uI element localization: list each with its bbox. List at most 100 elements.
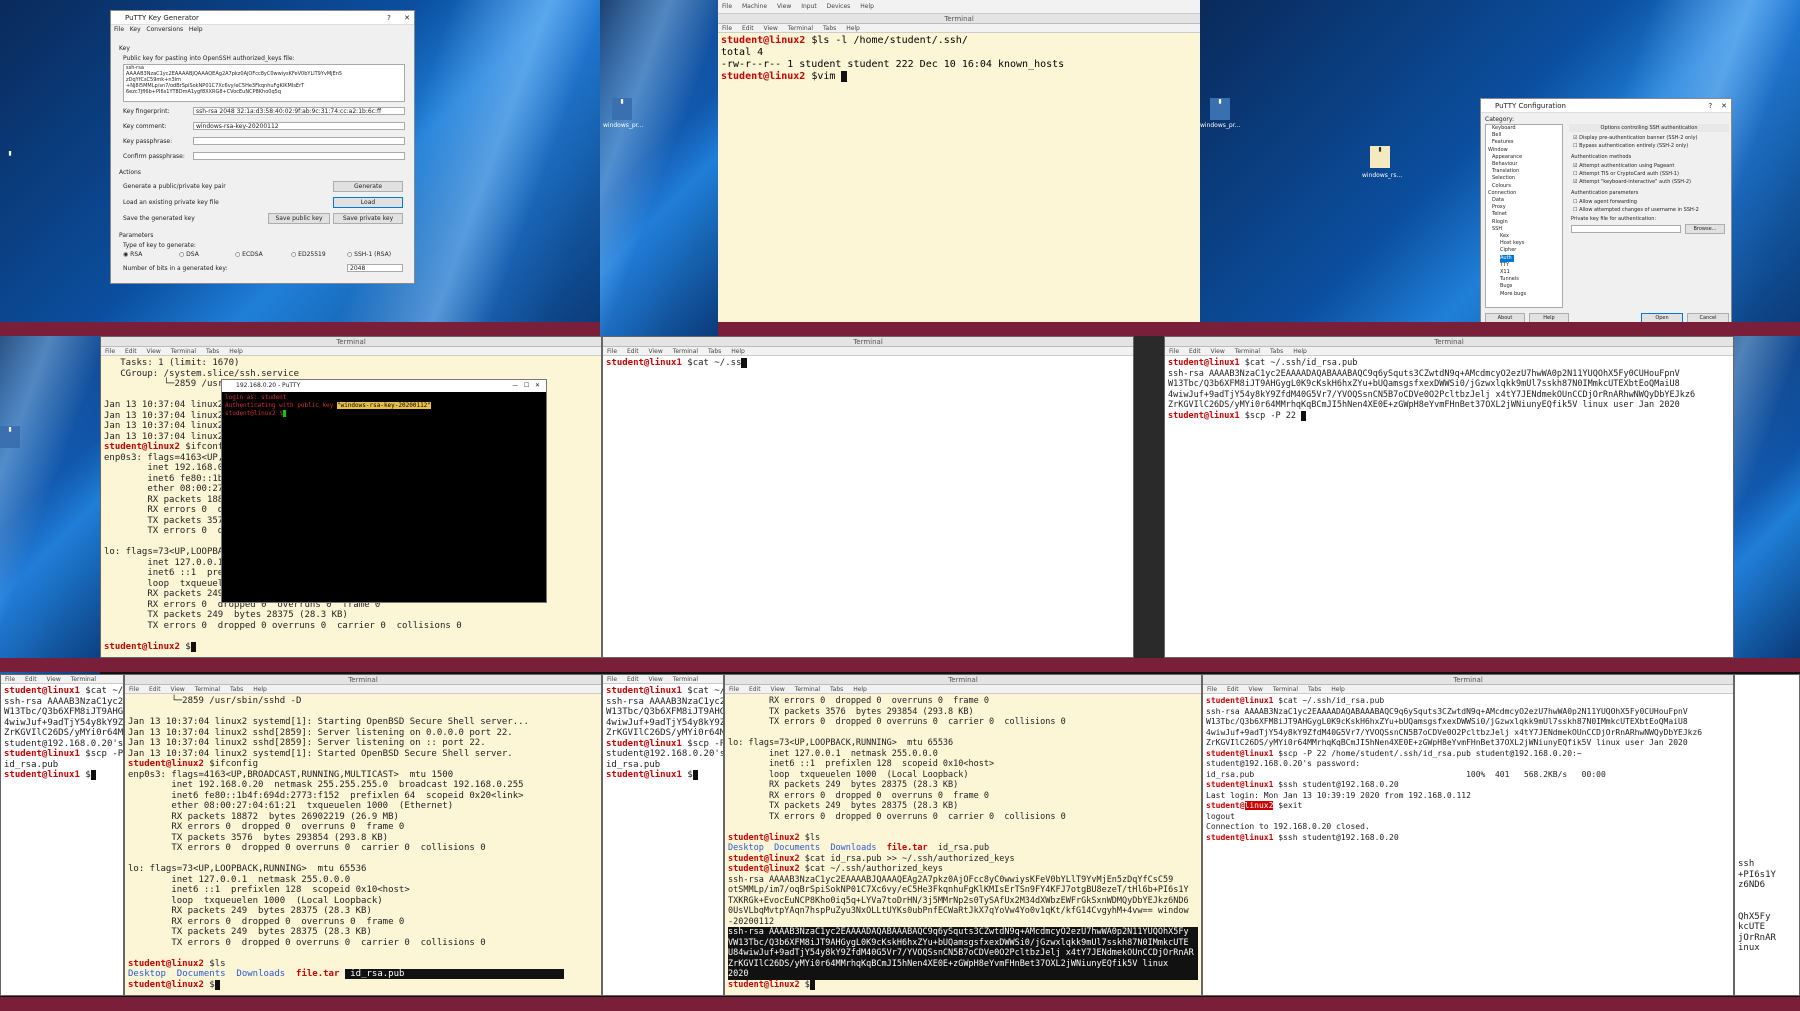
terminal-output[interactable]: student@linux1 $cat ~/ ssh-rsa AAAAB3Nza…	[1, 684, 123, 783]
term-menu-item[interactable]: Terminal	[71, 676, 96, 683]
term-menu-item[interactable]: Edit	[149, 686, 161, 693]
term-menu-item[interactable]: File	[1207, 686, 1217, 693]
confirm-field[interactable]	[193, 152, 405, 160]
vm-menu-item[interactable]: View	[777, 3, 791, 10]
tree-item[interactable]: Telnet	[1492, 211, 1562, 218]
tree-item[interactable]: Kex	[1500, 233, 1562, 240]
term-menu-item[interactable]: Help	[1331, 686, 1345, 693]
selected-file-entry[interactable]: id_rsa.pub	[344, 969, 565, 979]
term-menu-item[interactable]: Edit	[125, 348, 137, 355]
close-icon[interactable]: ? ✕	[387, 11, 410, 25]
term-menu-item[interactable]: File	[607, 676, 617, 683]
terminal-output[interactable]: student@linux1 $cat ~/ ssh-rsa AAAAB3Nza…	[603, 684, 723, 783]
file-icon[interactable]: ▮	[612, 98, 632, 120]
term-menu-item[interactable]: File	[607, 348, 617, 355]
tree-item[interactable]: Proxy	[1492, 204, 1562, 211]
term-menu-item[interactable]: Tabs	[708, 348, 721, 355]
term-menu-item[interactable]: Terminal	[171, 348, 196, 355]
menu-key[interactable]: Key	[130, 26, 141, 33]
terminal-output[interactable]: student@linux1 $cat ~/.ss_	[603, 356, 1133, 371]
radio-dsa[interactable]: ○ DSA	[179, 251, 199, 258]
term-menu-item[interactable]: File	[729, 686, 739, 693]
term-menu-item[interactable]: Terminal	[788, 25, 813, 32]
putty-session-output[interactable]: login as: student Authenticating with pu…	[222, 392, 546, 420]
terminal-output[interactable]: student@linux1 $cat ~/.ssh/id_rsa.pub ss…	[1165, 356, 1733, 423]
radio-rsa[interactable]: ◉ RSA	[123, 251, 142, 258]
tree-item[interactable]: Window	[1488, 147, 1562, 154]
tree-item[interactable]: Translation	[1492, 168, 1562, 175]
tree-item[interactable]: Bugs	[1500, 283, 1562, 290]
term-menu-item[interactable]: Tabs	[1270, 348, 1283, 355]
tree-item[interactable]: Appearance	[1492, 154, 1562, 161]
vm-menu-item[interactable]: File	[722, 3, 732, 10]
terminal-output[interactable]: student@linux2 $ls -l /home/student/.ssh…	[718, 33, 1200, 85]
term-menu-item[interactable]: Tabs	[830, 686, 843, 693]
file-icon[interactable]: ▮	[1210, 98, 1230, 120]
term-menu-item[interactable]: Tabs	[206, 348, 219, 355]
term-menu-item[interactable]: File	[722, 25, 732, 32]
tree-item[interactable]: More bugs	[1500, 291, 1562, 298]
pubkey-textarea[interactable]: ssh-rsa AAAAB3NzaC1yc2EAAAABJQAAAQEAg2A7…	[123, 64, 405, 102]
term-menu-item[interactable]: File	[105, 348, 115, 355]
checkbox-pageant[interactable]: ☑ Attempt authentication using Pageant	[1573, 163, 1674, 169]
tree-item[interactable]: Bell	[1492, 132, 1562, 139]
radio-ecdsa[interactable]: ○ ECDSA	[235, 251, 263, 258]
terminal-output[interactable]: └─2859 /usr/sbin/sshd -D Jan 13 10:37:04…	[125, 694, 601, 992]
passphrase-field[interactable]	[193, 137, 405, 145]
tree-item[interactable]: Data	[1492, 197, 1562, 204]
vm-menu-item[interactable]: Devices	[827, 3, 851, 10]
term-menu-item[interactable]: Help	[731, 348, 745, 355]
radio-ed25519[interactable]: ○ ED25519	[291, 251, 326, 258]
term-menu-item[interactable]: View	[171, 686, 185, 693]
term-menu-item[interactable]: Terminal	[673, 348, 698, 355]
selected-line[interactable]: U84wiwJuf+9adTjY54y8kY9ZfdM40G5Vr7/YVOQS…	[728, 948, 1198, 959]
checkbox-tis[interactable]: ☐ Attempt TIS or CryptoCard auth (SSH-1)	[1573, 171, 1679, 177]
terminal-output[interactable]: student@linux1 $cat ~/.ssh/id_rsa.pub ss…	[1203, 694, 1733, 845]
terminal-output[interactable]: RX errors 0 dropped 0 overruns 0 frame 0…	[725, 694, 1201, 992]
bits-field[interactable]: 2048	[347, 264, 403, 272]
tree-item[interactable]: Keyboard	[1492, 125, 1562, 132]
menu-help[interactable]: Help	[189, 26, 203, 33]
term-menu-item[interactable]: Edit	[1189, 348, 1201, 355]
term-menu-item[interactable]: View	[47, 676, 61, 683]
term-menu-item[interactable]: Tabs	[823, 25, 836, 32]
load-button[interactable]: Load	[333, 197, 403, 208]
term-menu-item[interactable]: Terminal	[1235, 348, 1260, 355]
term-menu-item[interactable]: Terminal	[795, 686, 820, 693]
term-menu-item[interactable]: Edit	[25, 676, 37, 683]
tree-item[interactable]: Tunnels	[1500, 276, 1562, 283]
term-menu-item[interactable]: File	[129, 686, 139, 693]
vm-menu-item[interactable]: Machine	[742, 3, 767, 10]
window-controls[interactable]: — ☐ ✕	[512, 380, 540, 392]
checkbox-banner[interactable]: ☑ Display pre-authentication banner (SSH…	[1573, 135, 1698, 141]
tree-item[interactable]: TTY	[1500, 262, 1562, 269]
tree-item[interactable]: Connection	[1488, 190, 1562, 197]
file-icon[interactable]: ▮	[1370, 146, 1390, 168]
term-menu-item[interactable]: File	[1169, 348, 1179, 355]
checkbox-agent[interactable]: ☐ Allow agent forwarding	[1573, 199, 1637, 205]
browse-button[interactable]: Browse...	[1685, 224, 1725, 234]
checkbox-bypass[interactable]: ☐ Bypass authentication entirely (SSH-2 …	[1573, 143, 1688, 149]
pkfile-field[interactable]	[1571, 225, 1681, 233]
comment-field[interactable]: windows-rsa-key-20200112	[193, 122, 405, 130]
term-menu-item[interactable]: View	[1249, 686, 1263, 693]
term-menu-item[interactable]: Terminal	[195, 686, 220, 693]
term-menu-item[interactable]: View	[649, 348, 663, 355]
term-menu-item[interactable]: Edit	[1227, 686, 1239, 693]
term-menu-item[interactable]: Tabs	[1308, 686, 1321, 693]
checkbox-kbd[interactable]: ☑ Attempt "keyboard-interactive" auth (S…	[1573, 179, 1691, 185]
term-menu-item[interactable]: View	[147, 348, 161, 355]
checkbox-username[interactable]: ☐ Allow attempted changes of username in…	[1573, 207, 1699, 213]
selected-line[interactable]: 2020	[728, 969, 1198, 980]
selected-line[interactable]: ZrKGVIlC26DS/yMYi0r64MMrhqKqBCmJI5hNen4X…	[728, 958, 1198, 969]
file-icon[interactable]: ▮	[0, 150, 20, 172]
term-menu-item[interactable]: View	[764, 25, 778, 32]
term-menu-item[interactable]: Help	[846, 25, 860, 32]
term-menu-item[interactable]: Help	[253, 686, 267, 693]
tree-item[interactable]: X11	[1500, 269, 1562, 276]
term-menu-item[interactable]: Edit	[627, 676, 639, 683]
file-icon[interactable]: ▮	[0, 426, 20, 448]
term-menu-item[interactable]: Terminal	[673, 676, 698, 683]
tree-item[interactable]: Behaviour	[1492, 161, 1562, 168]
term-menu-item[interactable]: Edit	[742, 25, 754, 32]
